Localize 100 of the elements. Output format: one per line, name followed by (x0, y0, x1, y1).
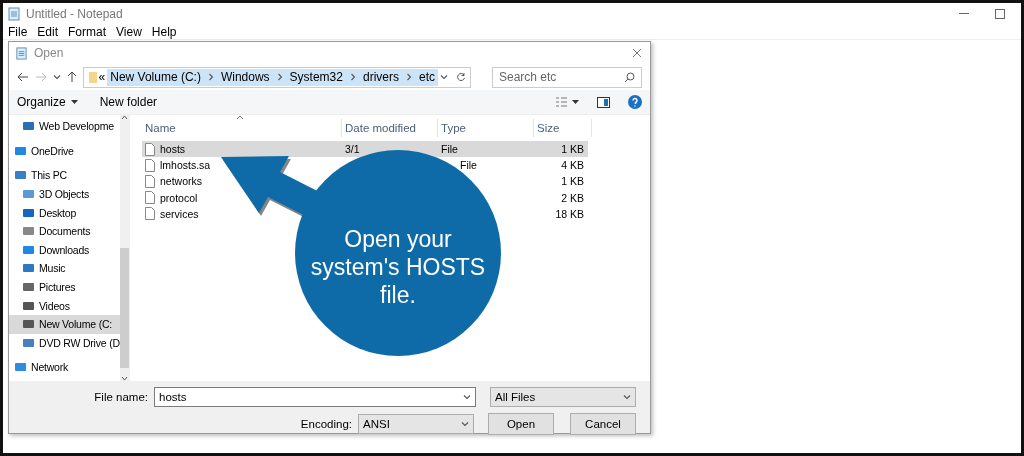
callout-text: Open your system's HOSTS file. (309, 225, 487, 309)
breadcrumb-path[interactable]: New Volume (C:) Windows System32 drivers etc (107, 68, 438, 86)
size-text: 1 KB (561, 175, 584, 188)
file-row[interactable]: services 18 KB (142, 205, 588, 222)
file-row[interactable]: networks 1 KB (142, 173, 588, 190)
scrollbar[interactable] (119, 115, 129, 381)
chevron-icon (348, 73, 357, 81)
nav-item[interactable]: Desktop (9, 203, 120, 222)
nav-icon (22, 120, 35, 133)
nav-icon (22, 188, 35, 201)
nav-item[interactable]: New Volume (C: (9, 314, 120, 334)
type-text: File (460, 159, 477, 172)
nav-icon (14, 361, 27, 374)
type-text: File (441, 143, 458, 156)
search-icon (624, 71, 635, 83)
nav-icon (22, 225, 35, 238)
maximize-icon[interactable] (995, 8, 1005, 19)
column-header[interactable]: Size (534, 119, 592, 137)
document-icon (145, 191, 155, 205)
menu-item[interactable]: Edit (37, 24, 59, 39)
nav-item[interactable]: Music (9, 259, 120, 278)
minimize-icon[interactable] (959, 12, 969, 15)
file-name: networks (160, 175, 202, 188)
chevron-icon (275, 73, 284, 81)
chevron-icon (206, 73, 215, 81)
nav-icon (22, 262, 35, 275)
file-type-dropdown[interactable]: All Files (490, 387, 636, 407)
open-button[interactable]: Open (488, 413, 554, 435)
caret-icon (70, 100, 78, 104)
nav-item[interactable]: Downloads (9, 240, 120, 260)
file-name: hosts (160, 143, 186, 156)
chevron-icon (461, 420, 469, 428)
nav-icon (22, 243, 35, 256)
dialog-title: Open (34, 46, 64, 60)
document-icon (145, 174, 155, 188)
new-folder-button[interactable]: New folder (99, 95, 158, 109)
close-icon[interactable] (632, 48, 642, 58)
column-header[interactable]: Date modified (342, 119, 438, 137)
chevron-icon (623, 393, 631, 401)
chevron-icon (463, 393, 471, 401)
document-icon (145, 158, 155, 172)
overflow-crumb[interactable]: « (98, 70, 106, 84)
refresh-icon[interactable] (456, 72, 466, 82)
help-icon[interactable] (628, 95, 642, 109)
recent-dropdown-icon (53, 73, 61, 81)
back-arrow-icon[interactable] (17, 72, 29, 82)
nav-icon (22, 299, 35, 312)
nav-item[interactable]: Pictures (9, 277, 120, 297)
nav-icon (14, 169, 27, 182)
nav-item[interactable]: This PC (9, 166, 120, 185)
search-field[interactable]: Search etc (492, 66, 642, 88)
nav-item[interactable]: Videos (9, 296, 120, 315)
file-row[interactable]: hosts 3/1 File 1 KB (142, 141, 588, 158)
nav-item[interactable]: Network (9, 358, 120, 377)
scroll-up-icon[interactable] (120, 115, 128, 120)
file-name: lmhosts.sa (160, 159, 211, 172)
encoding-label: Encoding: (300, 418, 352, 430)
file-name: services (160, 207, 199, 220)
size-text: 2 KB (561, 191, 584, 204)
up-arrow-icon[interactable] (67, 71, 77, 83)
nav-icon (22, 336, 35, 349)
address-bar[interactable]: « New Volume (C:) Windows System32 drivers etc (83, 66, 471, 88)
document-icon (145, 142, 155, 156)
scroll-down-icon[interactable] (120, 376, 128, 381)
nav-item[interactable]: Documents (9, 221, 120, 241)
file-name: protocol (160, 191, 198, 204)
size-text: 4 KB (561, 159, 584, 172)
cancel-button[interactable]: Cancel (570, 413, 636, 435)
nav-icon (22, 281, 35, 294)
nav-item[interactable]: 3D Objects (9, 184, 120, 204)
folder-icon (88, 70, 97, 84)
size-text: 1 KB (561, 143, 584, 156)
date-text: 3/1 (345, 143, 360, 156)
file-row[interactable]: lmhosts.sa File 4 KB (142, 157, 588, 174)
file-row[interactable]: protocol 2 KB (142, 189, 588, 206)
menu-item[interactable]: Format (68, 24, 107, 39)
menu-item[interactable]: File (8, 24, 28, 39)
size-text: 18 KB (555, 207, 584, 220)
nav-icon (14, 144, 27, 157)
chevron-icon (405, 73, 413, 81)
menu-item[interactable]: View (116, 24, 142, 39)
notepad-icon (15, 46, 28, 60)
column-header[interactable]: Name (142, 119, 342, 137)
window-title: Untitled - Notepad (26, 6, 123, 21)
nav-icon (22, 206, 35, 219)
file-name-field[interactable]: hosts (154, 387, 476, 407)
document-icon (145, 207, 155, 221)
nav-item[interactable]: Web Developme (9, 117, 120, 136)
preview-pane-icon[interactable] (597, 96, 610, 108)
nav-item[interactable]: OneDrive (9, 141, 120, 161)
menu-item[interactable]: Help (151, 24, 177, 39)
encoding-dropdown[interactable]: ANSI (358, 414, 474, 434)
nav-icon (22, 318, 35, 331)
view-options-icon[interactable] (555, 97, 579, 107)
address-dropdown-icon (440, 73, 448, 81)
nav-item[interactable]: DVD RW Drive (D (9, 333, 120, 353)
organize-button[interactable]: Organize (17, 95, 78, 109)
file-name-label: File name: (94, 391, 148, 403)
notepad-icon (7, 6, 21, 21)
column-header[interactable]: Type (438, 119, 534, 137)
